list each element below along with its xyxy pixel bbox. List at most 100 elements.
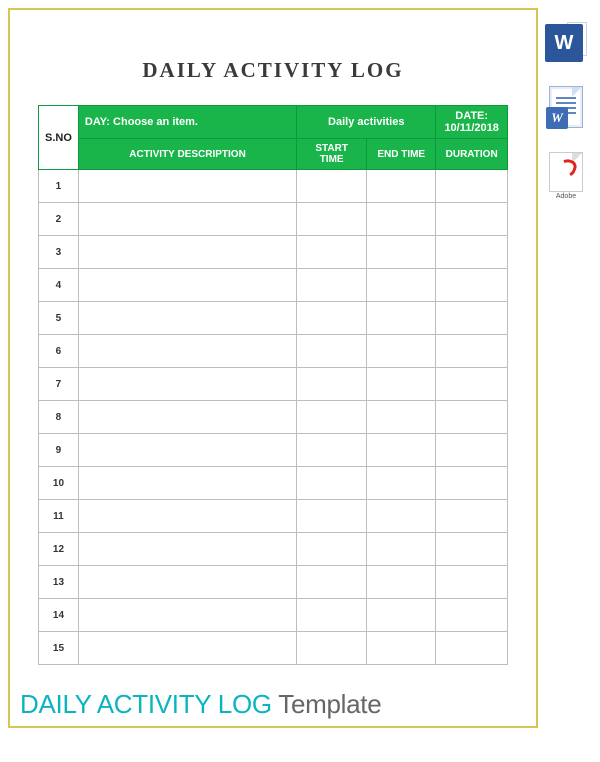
cell-activity[interactable] [78,203,296,236]
table-row: 10 [39,467,508,500]
table-row: 14 [39,599,508,632]
row-sno: 2 [39,203,79,236]
cell-activity[interactable] [78,467,296,500]
page-title: DAILY ACTIVITY LOG [38,58,508,83]
row-sno: 7 [39,368,79,401]
cell-end[interactable] [367,599,436,632]
cell-activity[interactable] [78,401,296,434]
cell-end[interactable] [367,434,436,467]
table-row: 8 [39,401,508,434]
activity-log-table: S.NO DAY: Choose an item. Daily activiti… [38,105,508,665]
pdf-brand-label: Adobe [545,193,587,200]
cell-start[interactable] [297,434,367,467]
cell-end[interactable] [367,335,436,368]
column-header-activity: ACTIVITY DESCRIPTION [78,139,296,170]
cell-end[interactable] [367,302,436,335]
row-sno: 4 [39,269,79,302]
document-frame: DAILY ACTIVITY LOG S.NO DAY: Choose an i… [8,8,538,728]
cell-duration[interactable] [436,335,508,368]
cell-activity[interactable] [78,302,296,335]
cell-end[interactable] [367,533,436,566]
day-value: Choose an item. [113,116,198,128]
cell-start[interactable] [297,368,367,401]
cell-activity[interactable] [78,434,296,467]
pdf-download-button[interactable]: Adobe [545,152,587,200]
doc-download-button[interactable]: W [545,86,587,134]
cell-end[interactable] [367,368,436,401]
cell-activity[interactable] [78,170,296,203]
cell-activity[interactable] [78,269,296,302]
table-row: 5 [39,302,508,335]
table-row: 2 [39,203,508,236]
cell-duration[interactable] [436,632,508,665]
cell-start[interactable] [297,302,367,335]
day-label: DAY: [85,116,110,128]
cell-start[interactable] [297,335,367,368]
cell-activity[interactable] [78,500,296,533]
cell-duration[interactable] [436,203,508,236]
word-download-button[interactable]: W [545,20,587,68]
date-cell: DATE: 10/11/2018 [436,106,508,139]
day-cell[interactable]: DAY: Choose an item. [78,106,296,139]
cell-duration[interactable] [436,236,508,269]
cell-start[interactable] [297,401,367,434]
column-header-sno: S.NO [39,106,79,170]
template-caption: DAILY ACTIVITY LOG Template [20,689,381,720]
cell-start[interactable] [297,170,367,203]
cell-end[interactable] [367,500,436,533]
row-sno: 13 [39,566,79,599]
table-row: 12 [39,533,508,566]
table-row: 3 [39,236,508,269]
table-row: 7 [39,368,508,401]
cell-end[interactable] [367,170,436,203]
table-row: 11 [39,500,508,533]
table-header-columns-row: ACTIVITY DESCRIPTION START TIME END TIME… [39,139,508,170]
cell-end[interactable] [367,467,436,500]
cell-duration[interactable] [436,170,508,203]
cell-duration[interactable] [436,302,508,335]
date-value: 10/11/2018 [444,122,498,134]
cell-end[interactable] [367,401,436,434]
cell-activity[interactable] [78,632,296,665]
row-sno: 10 [39,467,79,500]
cell-duration[interactable] [436,434,508,467]
row-sno: 15 [39,632,79,665]
cell-start[interactable] [297,467,367,500]
header-center-label: Daily activities [297,106,436,139]
cell-start[interactable] [297,566,367,599]
cell-end[interactable] [367,203,436,236]
cell-activity[interactable] [78,566,296,599]
cell-start[interactable] [297,500,367,533]
cell-end[interactable] [367,566,436,599]
cell-duration[interactable] [436,401,508,434]
cell-duration[interactable] [436,566,508,599]
cell-start[interactable] [297,203,367,236]
table-row: 6 [39,335,508,368]
cell-duration[interactable] [436,500,508,533]
cell-end[interactable] [367,236,436,269]
caption-suffix: Template [272,689,382,719]
cell-end[interactable] [367,269,436,302]
cell-end[interactable] [367,632,436,665]
cell-start[interactable] [297,533,367,566]
cell-duration[interactable] [436,269,508,302]
row-sno: 9 [39,434,79,467]
cell-start[interactable] [297,599,367,632]
cell-duration[interactable] [436,533,508,566]
cell-duration[interactable] [436,368,508,401]
cell-duration[interactable] [436,599,508,632]
cell-activity[interactable] [78,236,296,269]
date-label: DATE: [455,110,488,122]
row-sno: 14 [39,599,79,632]
row-sno: 8 [39,401,79,434]
cell-start[interactable] [297,632,367,665]
cell-activity[interactable] [78,599,296,632]
cell-start[interactable] [297,236,367,269]
table-row: 9 [39,434,508,467]
cell-start[interactable] [297,269,367,302]
cell-activity[interactable] [78,368,296,401]
cell-duration[interactable] [436,467,508,500]
cell-activity[interactable] [78,533,296,566]
cell-activity[interactable] [78,335,296,368]
table-row: 13 [39,566,508,599]
